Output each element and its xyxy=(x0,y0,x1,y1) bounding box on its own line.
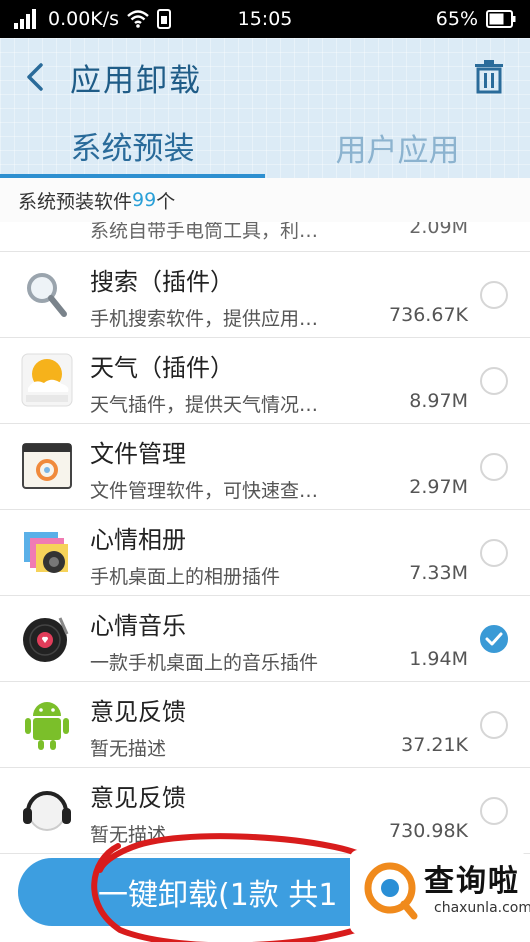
app-name: 搜索（插件） xyxy=(90,268,234,296)
magnifier-icon xyxy=(27,273,67,317)
app-list[interactable]: 系统自带手电筒工具，利… 2.09M 搜索（插件） 手机搜索软件，提供应用… 7… xyxy=(0,222,530,942)
app-description: 一款手机桌面上的音乐插件 xyxy=(90,652,319,674)
app-name: 天气（插件） xyxy=(90,354,234,382)
watermark-text: 查询啦 xyxy=(424,864,520,899)
signal-icon xyxy=(14,9,36,29)
watermark-domain: chaxunla.com xyxy=(434,900,530,916)
vinyl-record-icon xyxy=(23,617,69,662)
net-speed: 0.00K/s xyxy=(48,8,120,30)
list-item[interactable]: 心情相册 手机桌面上的相册插件 7.33M xyxy=(0,510,530,596)
app-description: 文件管理软件，可快速查… xyxy=(90,480,319,502)
trash-icon xyxy=(475,60,503,94)
app-size: 7.33M xyxy=(409,562,468,584)
wifi-icon xyxy=(127,10,149,28)
app-count: 99 xyxy=(132,189,157,211)
list-item[interactable]: 天气（插件） 天气插件，提供天气情况… 8.97M xyxy=(0,338,530,424)
app-size: 730.98K xyxy=(389,820,468,842)
app-size: 2.09M xyxy=(409,222,468,238)
app-description: 手机桌面上的相册插件 xyxy=(90,566,281,588)
checkmark-icon xyxy=(485,632,503,646)
app-description: 系统自带手电筒工具，利… xyxy=(90,222,319,242)
magnifier-logo-icon xyxy=(364,862,418,920)
list-item[interactable]: 心情音乐 一款手机桌面上的音乐插件 1.94M xyxy=(0,596,530,682)
list-item-partial[interactable]: 系统自带手电筒工具，利… 2.09M xyxy=(0,222,530,252)
title-bar: 应用卸载 xyxy=(0,38,530,116)
app-description: 暂无描述 xyxy=(90,738,167,760)
sim-icon xyxy=(157,9,172,29)
status-bar: 0.00K/s 15:05 65% xyxy=(0,0,530,38)
app-size: 8.97M xyxy=(409,390,468,412)
folder-icon xyxy=(22,443,72,489)
select-checkbox[interactable] xyxy=(480,453,508,481)
app-name: 心情相册 xyxy=(90,526,186,554)
tab-user-apps[interactable]: 用户应用 xyxy=(265,116,530,178)
app-size: 1.94M xyxy=(409,648,468,670)
app-size: 37.21K xyxy=(401,734,468,756)
app-name: 意见反馈 xyxy=(90,698,186,726)
page-title: 应用卸载 xyxy=(70,62,202,99)
list-item[interactable]: 意见反馈 暂无描述 730.98K xyxy=(0,768,530,854)
count-prefix: 系统预装软件 xyxy=(18,190,133,213)
watermark-logo: 查询啦 chaxunla.com xyxy=(350,850,530,934)
back-button[interactable] xyxy=(0,38,70,116)
select-checkbox-checked[interactable] xyxy=(480,625,508,653)
select-checkbox[interactable] xyxy=(480,711,508,739)
select-checkbox[interactable] xyxy=(480,281,508,309)
list-item[interactable]: 意见反馈 暂无描述 37.21K xyxy=(0,682,530,768)
select-checkbox[interactable] xyxy=(480,797,508,825)
app-header: 应用卸载 系统预装 用户应用 xyxy=(0,38,530,178)
app-description: 暂无描述 xyxy=(90,824,167,846)
list-item[interactable]: 文件管理 文件管理软件，可快速查… 2.97M xyxy=(0,424,530,510)
battery-icon xyxy=(486,10,516,28)
select-checkbox[interactable] xyxy=(480,539,508,567)
select-checkbox[interactable] xyxy=(480,367,508,395)
tab-bar: 系统预装 用户应用 xyxy=(0,116,530,178)
headset-icon xyxy=(23,791,71,831)
tab-system-preinstalled[interactable]: 系统预装 xyxy=(0,116,265,178)
list-item[interactable]: 搜索（插件） 手机搜索软件，提供应用… 736.67K xyxy=(0,252,530,338)
battery-percent: 65% xyxy=(435,8,478,30)
chevron-left-icon xyxy=(27,63,43,91)
count-suffix: 个 xyxy=(156,190,176,213)
app-count-bar: 系统预装软件 99 个 xyxy=(0,178,530,222)
android-icon xyxy=(25,702,69,750)
app-name: 意见反馈 xyxy=(90,784,186,812)
app-description: 天气插件，提供天气情况… xyxy=(90,394,319,416)
app-size: 2.97M xyxy=(409,476,468,498)
photo-album-icon xyxy=(24,532,68,573)
weather-sun-icon xyxy=(21,353,73,407)
app-name: 心情音乐 xyxy=(90,612,186,640)
delete-button[interactable] xyxy=(466,54,512,100)
app-size: 736.67K xyxy=(389,304,468,326)
app-name: 文件管理 xyxy=(90,440,186,468)
app-description: 手机搜索软件，提供应用… xyxy=(90,308,319,330)
